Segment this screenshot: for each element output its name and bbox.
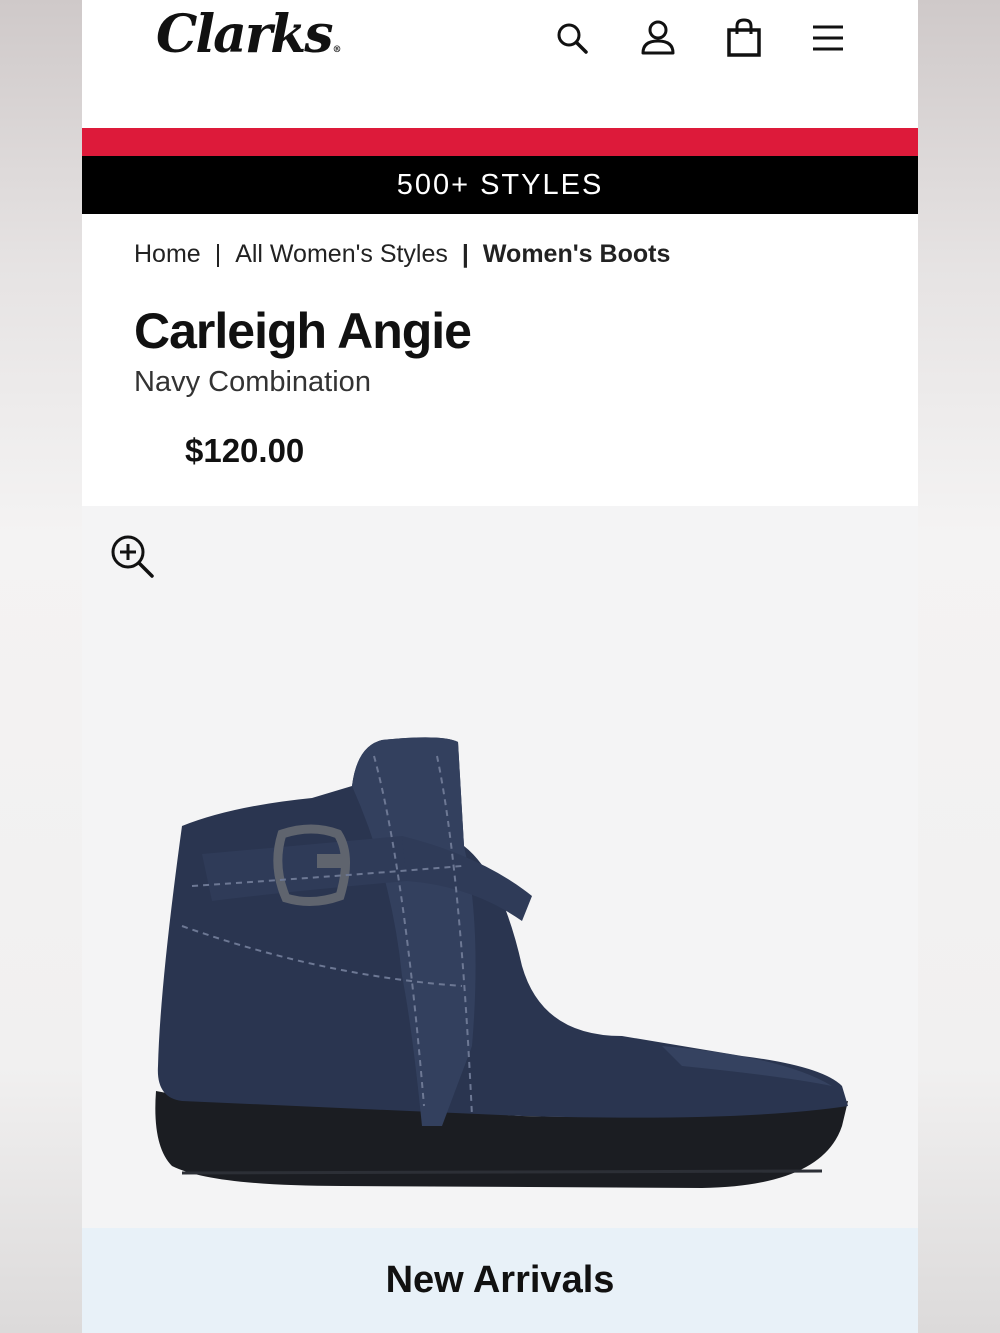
clarks-logo[interactable]: Clarks® bbox=[156, 4, 342, 65]
account-icon[interactable] bbox=[638, 18, 678, 58]
page: Clarks® 500+ STYLES Home | All Women's S… bbox=[82, 0, 918, 1333]
breadcrumb-all-womens-styles[interactable]: All Women's Styles bbox=[235, 240, 448, 268]
promo-text: 500+ STYLES bbox=[396, 168, 604, 201]
registered-mark: ® bbox=[332, 45, 342, 55]
product-price: $120.00 bbox=[185, 432, 305, 469]
zoom-in-icon[interactable] bbox=[108, 532, 158, 582]
breadcrumb: Home | All Women's Styles | Women's Boots bbox=[134, 240, 670, 269]
background-left-edge bbox=[0, 0, 82, 1333]
breadcrumb-home[interactable]: Home bbox=[134, 240, 201, 268]
product-color: Navy Combination bbox=[134, 366, 371, 398]
logo-text: Clarks bbox=[156, 4, 334, 65]
promo-accent-bar bbox=[82, 128, 918, 156]
search-icon[interactable] bbox=[552, 18, 592, 58]
menu-icon[interactable] bbox=[808, 18, 848, 58]
site-header: Clarks® bbox=[82, 0, 918, 128]
new-arrivals-banner[interactable]: New Arrivals bbox=[82, 1228, 918, 1333]
promo-banner[interactable]: 500+ STYLES bbox=[82, 156, 918, 214]
background-right-edge bbox=[918, 0, 1000, 1333]
breadcrumb-separator: | bbox=[461, 240, 469, 268]
new-arrivals-label: New Arrivals bbox=[385, 1259, 615, 1301]
product-image[interactable] bbox=[142, 726, 862, 1196]
shopping-bag-icon[interactable] bbox=[724, 18, 764, 58]
breadcrumb-separator: | bbox=[214, 240, 222, 268]
product-gallery[interactable] bbox=[82, 506, 918, 1228]
breadcrumb-womens-boots[interactable]: Women's Boots bbox=[483, 240, 670, 268]
product-title: Carleigh Angie bbox=[134, 303, 472, 359]
